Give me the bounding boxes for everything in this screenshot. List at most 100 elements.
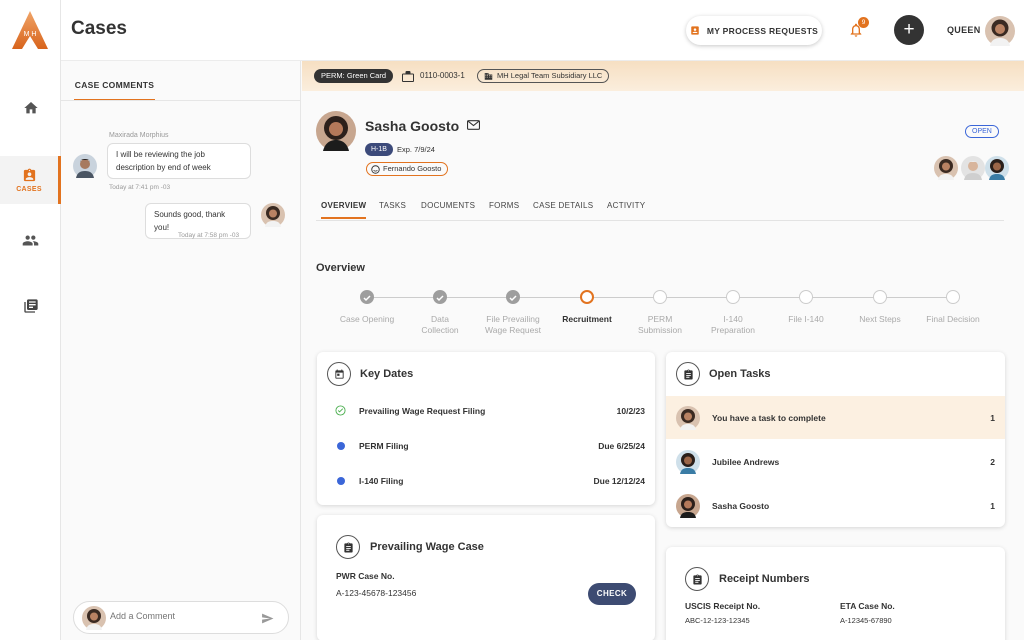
receipt-numbers-card: Receipt Numbers USCIS Receipt No. ABC-12…	[666, 547, 1005, 640]
nav-rail: M H CASES	[0, 0, 61, 640]
tab-case-comments[interactable]: CASE COMMENTS	[74, 80, 155, 101]
step-dot[interactable]	[873, 290, 887, 304]
company-name: MH Legal Team Subsidiary LLC	[497, 71, 603, 80]
user-avatar[interactable]	[985, 16, 1015, 46]
pwr-label: PWR Case No.	[336, 571, 395, 581]
comment-input-box[interactable]	[73, 601, 289, 634]
company-chip[interactable]: MH Legal Team Subsidiary LLC	[477, 69, 610, 83]
tab-case-details[interactable]: CASE DETAILS	[533, 201, 593, 210]
task-row[interactable]: Jubilee Andrews 2	[666, 440, 1005, 483]
client-name: Sasha Goosto	[365, 118, 460, 134]
relation-chip[interactable]: Fernando Goosto	[366, 162, 449, 176]
nav-library[interactable]	[0, 282, 61, 330]
team-avatar[interactable]	[961, 156, 985, 180]
task-text: Sasha Goosto	[712, 501, 770, 511]
task-row[interactable]: Sasha Goosto 1	[666, 484, 1005, 527]
step-dot[interactable]	[946, 290, 960, 304]
logo-text: M H	[24, 31, 37, 38]
clipboard-user-icon	[23, 168, 35, 181]
check-circle-icon	[335, 405, 346, 416]
comment-input[interactable]	[110, 611, 250, 621]
case-type-chip: PERM: Green Card	[314, 69, 394, 83]
step-dot[interactable]	[726, 290, 740, 304]
client-avatar	[316, 111, 356, 151]
tab-forms[interactable]: FORMS	[489, 201, 519, 210]
comments-panel: CASE COMMENTS Maxirada Morphius I will b…	[61, 61, 301, 640]
comment-bubble: I will be reviewing the job description …	[107, 143, 251, 179]
nav-home[interactable]	[0, 84, 61, 132]
clipboard-icon-wrap	[336, 535, 360, 559]
calendar-icon	[334, 368, 344, 379]
notification-badge: 9	[858, 17, 869, 28]
key-date-label: I-140 Filing	[359, 476, 404, 486]
step-dot[interactable]	[653, 290, 667, 304]
step-dot[interactable]	[506, 290, 520, 304]
company-logo[interactable]: M H	[11, 10, 49, 50]
check-icon	[436, 295, 444, 302]
home-icon	[23, 102, 38, 114]
step-dot[interactable]	[799, 290, 813, 304]
uscis-value: ABC-12-123-12345	[685, 616, 750, 625]
step-label: Final Decision	[908, 314, 998, 325]
open-tasks-title: Open Tasks	[709, 368, 771, 380]
task-count: 1	[990, 413, 995, 423]
people-icon	[22, 235, 39, 245]
clipboard-icon	[692, 573, 702, 585]
comment-text-line: I will be reviewing the job	[116, 150, 205, 159]
user-name[interactable]: QUEEN	[947, 25, 981, 35]
key-dates-title: Key Dates	[360, 368, 414, 380]
case-number-text: 0110-0003-1	[420, 71, 465, 80]
task-count: 2	[990, 457, 995, 467]
mail-icon[interactable]	[467, 120, 480, 130]
page-title: Cases	[71, 18, 127, 39]
step-label-line: Final Decision	[926, 314, 980, 324]
eta-label: ETA Case No.	[840, 601, 895, 611]
team-avatar[interactable]	[985, 156, 1009, 180]
task-row[interactable]: You have a task to complete 1	[666, 396, 1005, 439]
my-process-requests-label: MY PROCESS REQUESTS	[706, 25, 819, 36]
task-avatar	[676, 494, 700, 518]
task-avatar	[676, 450, 700, 474]
my-avatar	[82, 606, 106, 630]
pwr-value: A-123-45678-123456	[336, 588, 417, 598]
my-process-requests-button[interactable]: MY PROCESS REQUESTS	[686, 16, 822, 45]
tab-tasks[interactable]: TASKS	[379, 201, 406, 210]
task-avatar	[676, 406, 700, 430]
building-icon	[484, 73, 493, 80]
step-dot[interactable]	[360, 290, 374, 304]
clipboard-user-icon	[691, 26, 699, 35]
team-avatar[interactable]	[934, 156, 958, 180]
check-icon	[509, 295, 517, 302]
prevailing-wage-title: Prevailing Wage Case	[370, 541, 484, 553]
key-date-value: Due 6/25/24	[598, 441, 645, 451]
nav-people[interactable]	[0, 216, 61, 264]
overview-title: Overview	[316, 262, 365, 274]
tab-activity[interactable]: ACTIVITY	[607, 201, 645, 210]
clipboard-icon-wrap	[676, 362, 700, 386]
status-badge: OPEN	[965, 125, 999, 138]
calendar-icon-wrap	[327, 362, 351, 386]
key-date-label: PERM Filing	[359, 441, 409, 451]
clipboard-icon-wrap	[685, 567, 709, 591]
clipboard-icon	[683, 368, 693, 380]
comment-text: Sounds good, thank you!	[154, 210, 226, 232]
comment-sender: Maxirada Morphius	[109, 132, 169, 139]
case-banner: PERM: Green Card 0110-0003-1 MH Legal Te…	[302, 61, 1024, 91]
send-icon[interactable]	[261, 612, 274, 625]
check-button[interactable]: CHECK	[588, 583, 636, 605]
nav-cases[interactable]: CASES	[0, 156, 61, 204]
tab-documents[interactable]: DOCUMENTS	[421, 201, 475, 210]
uscis-label: USCIS Receipt No.	[685, 601, 761, 611]
comment-timestamp: Today at 7:41 pm -03	[109, 184, 171, 191]
step-label-line: Wage Request	[485, 325, 541, 335]
check-icon	[363, 295, 371, 302]
add-button[interactable]: +	[894, 15, 924, 45]
visa-expiry: Exp. 7/9/24	[397, 145, 435, 154]
library-icon	[23, 299, 38, 313]
step-dot[interactable]	[580, 290, 594, 304]
commenter-avatar	[73, 154, 97, 178]
tab-overview[interactable]: OVERVIEW	[321, 201, 367, 219]
step-dot[interactable]	[433, 290, 447, 304]
key-date-value: Due 12/12/24	[593, 476, 645, 486]
nav-cases-label: CASES	[16, 185, 42, 193]
